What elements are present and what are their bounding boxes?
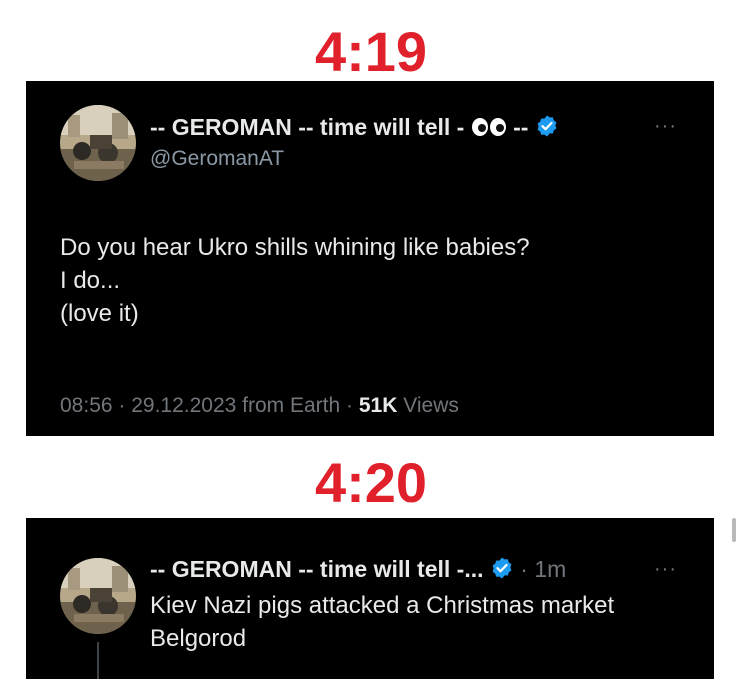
time-label-bottom: 4:20 [314,451,428,514]
tweet-text-line: (love it) [60,300,139,327]
handle[interactable]: @GeromanAT [150,147,284,171]
display-name[interactable]: -- GEROMAN -- time will tell -... · 1m [150,556,566,586]
avatar[interactable] [60,558,136,634]
tweet-text: Do you hear Ukro shills whining like bab… [60,231,530,330]
tweet-age[interactable]: · 1m [520,556,566,582]
tweet-text-line: Kiev Nazi pigs attacked a Christmas mark… [150,592,615,619]
tweet-card-1[interactable]: -- GEROMAN -- time will tell - -- @Gerom… [26,81,714,436]
time-label-top: 4:19 [314,20,428,83]
more-options-icon[interactable]: ··· [654,115,677,138]
verified-badge-icon [535,114,559,144]
tweet-text: Kiev Nazi pigs attacked a Christmas mark… [150,589,614,655]
thread-connector-line [97,642,99,679]
tweet-text-line: Belgorod [150,625,247,652]
tweet-text-line: I do... [60,267,121,294]
timestamp[interactable]: 08:56 · 29.12.2023 from Earth · [60,394,353,417]
tweet-text-line: Do you hear Ukro shills whining like bab… [60,234,530,261]
avatar[interactable] [60,105,136,181]
tweet-meta: 08:56 · 29.12.2023 from Earth · 51K View… [60,394,459,418]
more-options-icon[interactable]: ··· [654,558,677,581]
eyes-emoji-icon [471,116,507,143]
display-name[interactable]: -- GEROMAN -- time will tell - -- [150,114,559,144]
verified-badge-icon [490,556,514,586]
views-label: Views [403,394,459,417]
scrollbar[interactable] [732,518,736,542]
views-count: 51K [358,394,398,417]
tweet-card-2[interactable]: -- GEROMAN -- time will tell -... · 1m ·… [26,518,714,679]
